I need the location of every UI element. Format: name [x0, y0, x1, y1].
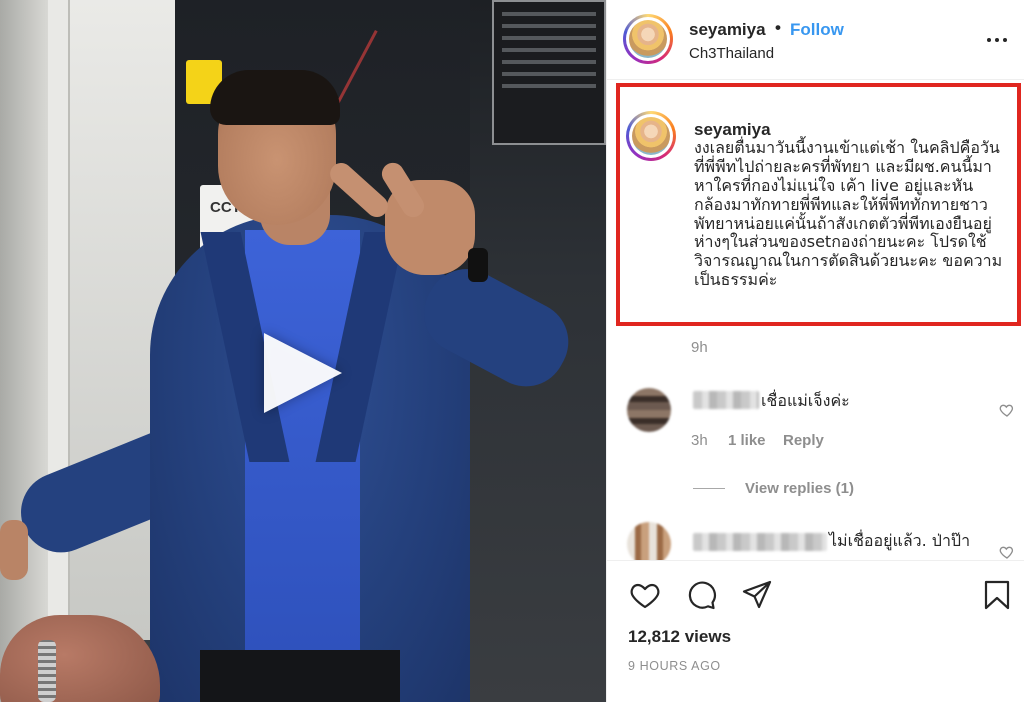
- author-username[interactable]: seyamiya: [689, 20, 766, 40]
- caption-timestamp: 9h: [691, 339, 708, 356]
- author-avatar[interactable]: [623, 14, 673, 64]
- post-sidebar: seyamiya • Follow Ch3Thailand seyamiya ง…: [606, 0, 1024, 702]
- play-icon[interactable]: [264, 333, 342, 413]
- comment-timestamp: 3h: [691, 432, 708, 449]
- video-player[interactable]: CCT: [0, 0, 606, 702]
- person-left-hand: [0, 520, 28, 580]
- caption-avatar[interactable]: [626, 111, 676, 161]
- door-frame: [0, 0, 48, 702]
- caption-text: งงเลยตื่นมาวันนี้งานเข้าแต่เช้า ในคลิปคื…: [694, 138, 1003, 290]
- commenter-avatar[interactable]: [627, 388, 671, 432]
- comment-text: ไม่เชื่ออยู่แล้ว. ป่าป๊า: [829, 531, 971, 550]
- reply-button[interactable]: Reply: [783, 432, 824, 449]
- view-count[interactable]: 12,812 views: [628, 627, 731, 647]
- person-watch: [468, 248, 488, 282]
- comment-text: เชื่อแม่เจ็งค่ะ: [761, 391, 850, 410]
- blurred-username[interactable]: [693, 533, 827, 551]
- comment-like-heart-icon[interactable]: [999, 402, 1015, 418]
- post-timestamp[interactable]: 9 HOURS AGO: [628, 659, 721, 673]
- caption-highlight-box: seyamiya งงเลยตื่นมาวันนี้งานเข้าแต่เช้า…: [616, 83, 1021, 326]
- person-pants: [200, 650, 400, 702]
- paper-plane-icon[interactable]: [741, 579, 773, 611]
- post-header: seyamiya • Follow Ch3Thailand: [607, 0, 1024, 80]
- heart-icon[interactable]: [629, 579, 661, 611]
- blurred-username[interactable]: [693, 391, 759, 409]
- person-hair: [210, 70, 340, 125]
- comment-like-count[interactable]: 1 like: [728, 432, 766, 449]
- post-actions-bar: 12,812 views 9 HOURS AGO: [607, 560, 1024, 702]
- view-replies-line: [693, 488, 725, 489]
- comment-icon[interactable]: [685, 579, 717, 611]
- comment-like-heart-icon[interactable]: [999, 544, 1015, 560]
- separator-dot: •: [775, 18, 781, 37]
- follow-button[interactable]: Follow: [790, 20, 844, 40]
- bookmark-icon[interactable]: [981, 579, 1013, 611]
- post-location[interactable]: Ch3Thailand: [689, 45, 774, 62]
- wall-poster: [492, 0, 606, 145]
- caption-username[interactable]: seyamiya: [694, 120, 771, 140]
- more-options-icon[interactable]: [987, 30, 1013, 50]
- view-replies-button[interactable]: View replies (1): [745, 480, 854, 497]
- bracelet: [38, 640, 56, 702]
- door-frame-bar: [48, 0, 70, 702]
